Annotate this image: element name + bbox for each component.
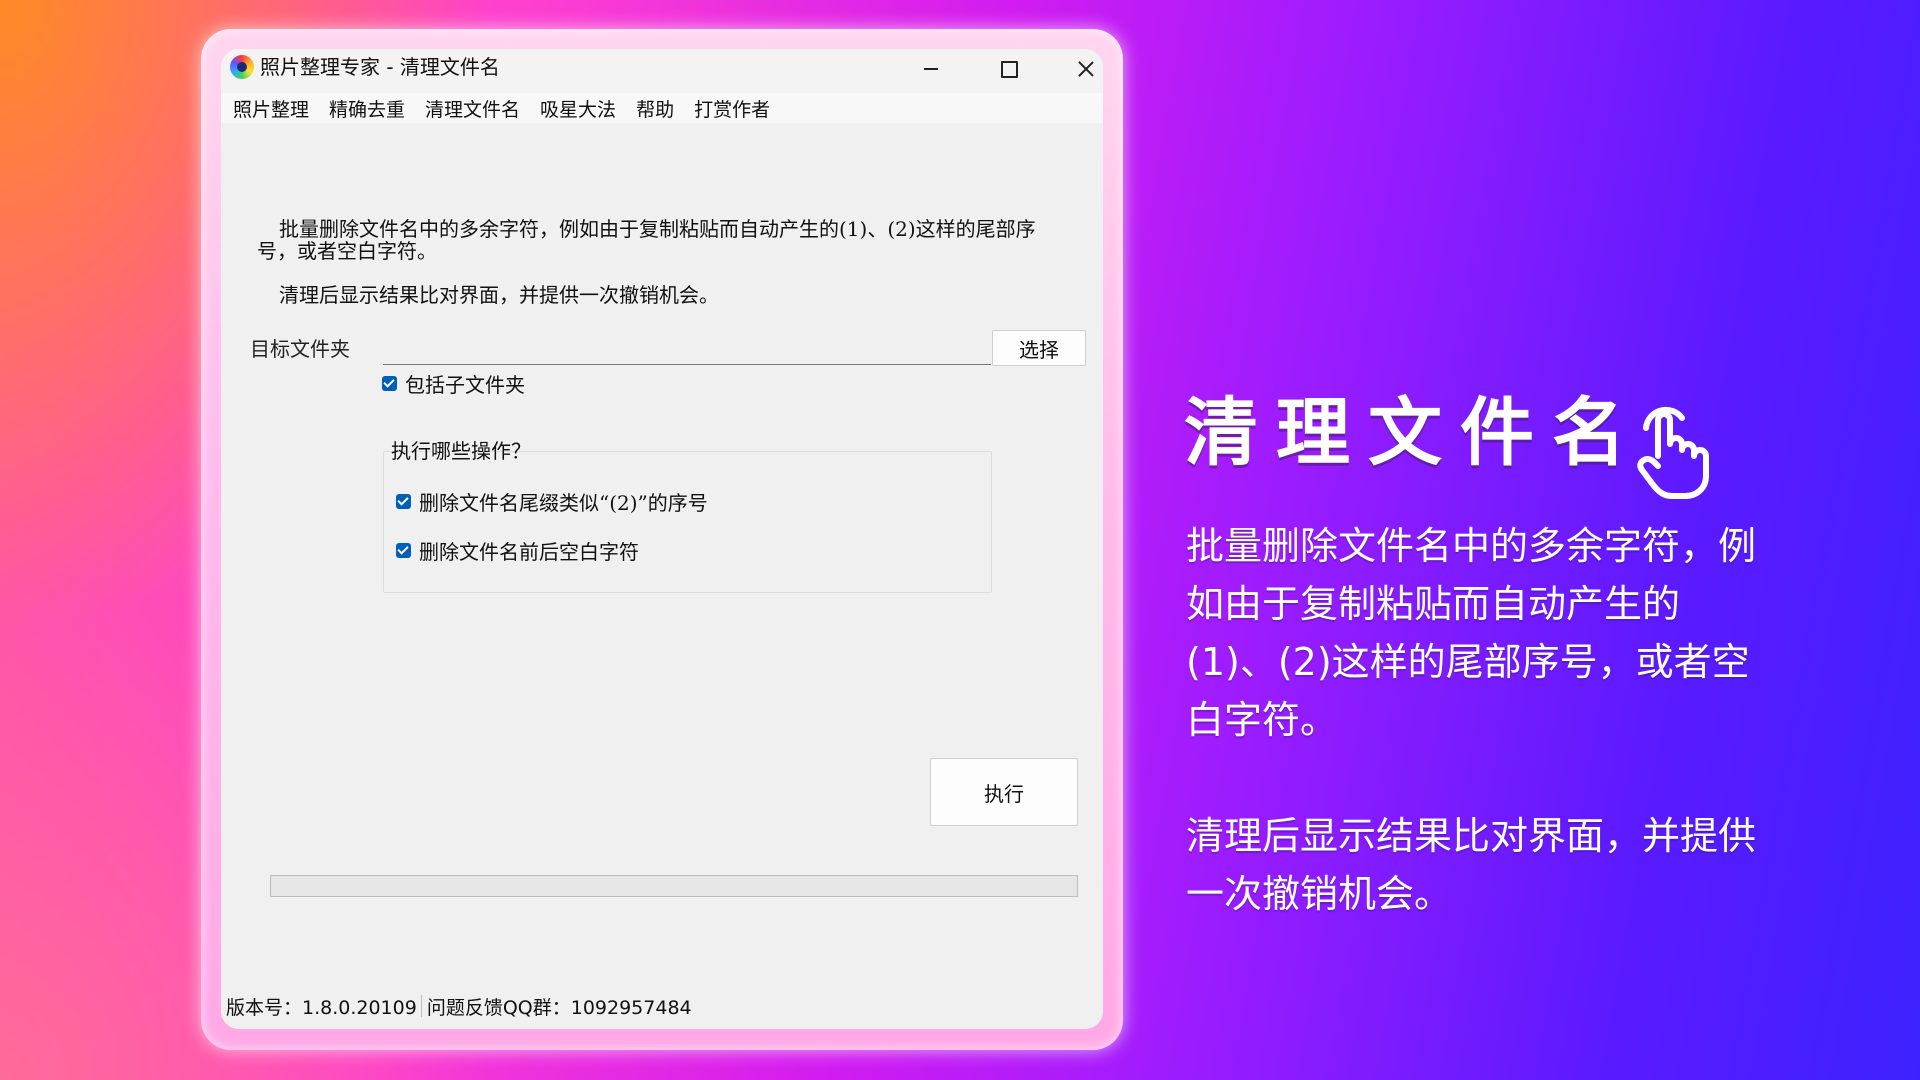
menu-item-organize[interactable]: 照片整理 bbox=[233, 95, 309, 122]
app-window: 照片整理专家 - 清理文件名 照片整理 精确去重 清理文件名 吸星大法 帮助 打… bbox=[221, 49, 1103, 1029]
promo-paragraph-1: 批量删除文件名中的多余字符，例如由于复制粘贴而自动产生的(1)、(2)这样的尾部… bbox=[1186, 524, 1757, 742]
checkbox-checked-icon bbox=[382, 376, 397, 391]
include-subfolders-label: 包括子文件夹 bbox=[405, 373, 525, 397]
feedback-group-text: 问题反馈QQ群：1092957484 bbox=[426, 996, 692, 1019]
promo-headline: 清理文件名 bbox=[1184, 390, 1644, 476]
minimize-icon bbox=[924, 68, 938, 70]
run-button[interactable]: 执行 bbox=[930, 758, 1078, 826]
title-bar[interactable]: 照片整理专家 - 清理文件名 bbox=[221, 49, 1103, 93]
checkbox-checked-icon bbox=[396, 543, 411, 558]
close-button[interactable] bbox=[1057, 49, 1103, 89]
window-title: 照片整理专家 - 清理文件名 bbox=[260, 55, 500, 79]
trim-whitespace-checkbox[interactable]: 删除文件名前后空白字符 bbox=[396, 536, 639, 565]
include-subfolders-checkbox[interactable]: 包括子文件夹 bbox=[382, 369, 525, 398]
menu-item-donate[interactable]: 打赏作者 bbox=[694, 95, 770, 122]
menu-item-clean-filenames[interactable]: 清理文件名 bbox=[425, 95, 520, 122]
menu-item-help[interactable]: 帮助 bbox=[636, 95, 674, 122]
maximize-button[interactable] bbox=[980, 49, 1038, 89]
target-folder-label: 目标文件夹 bbox=[250, 337, 350, 361]
menu-item-absorb[interactable]: 吸星大法 bbox=[540, 95, 616, 122]
remove-suffix-number-label: 删除文件名尾缀类似“(2)”的序号 bbox=[419, 491, 708, 515]
app-logo-icon bbox=[230, 55, 254, 79]
menu-item-dedupe[interactable]: 精确去重 bbox=[329, 95, 405, 122]
status-bar: 版本号：1.8.0.20109 问题反馈QQ群：1092957484 bbox=[221, 983, 1103, 1029]
trim-whitespace-label: 删除文件名前后空白字符 bbox=[419, 540, 639, 564]
promo-paragraph-2: 清理后显示结果比对界面，并提供一次撤销机会。 bbox=[1186, 814, 1757, 916]
pointer-hand-icon bbox=[1637, 406, 1709, 499]
close-icon bbox=[1077, 60, 1095, 78]
remove-suffix-number-checkbox[interactable]: 删除文件名尾缀类似“(2)”的序号 bbox=[396, 487, 708, 516]
select-folder-button[interactable]: 选择 bbox=[992, 330, 1086, 366]
main-panel: 批量删除文件名中的多余字符，例如由于复制粘贴而自动产生的(1)、(2)这样的尾部… bbox=[221, 123, 1103, 983]
minimize-button[interactable] bbox=[902, 49, 960, 89]
maximize-icon bbox=[1000, 60, 1018, 78]
operations-group bbox=[383, 451, 992, 593]
operations-group-title: 执行哪些操作？ bbox=[391, 439, 531, 463]
description-note: 清理后显示结果比对界面，并提供一次撤销机会。 bbox=[279, 283, 719, 307]
target-folder-input[interactable] bbox=[383, 332, 991, 365]
menu-bar: 照片整理 精确去重 清理文件名 吸星大法 帮助 打赏作者 bbox=[221, 93, 1103, 123]
progress-bar bbox=[270, 875, 1078, 897]
version-text: 版本号：1.8.0.20109 bbox=[226, 996, 417, 1019]
description-text: 批量删除文件名中的多余字符，例如由于复制粘贴而自动产生的(1)、(2)这样的尾部… bbox=[257, 217, 1036, 263]
checkbox-checked-icon bbox=[396, 494, 411, 509]
